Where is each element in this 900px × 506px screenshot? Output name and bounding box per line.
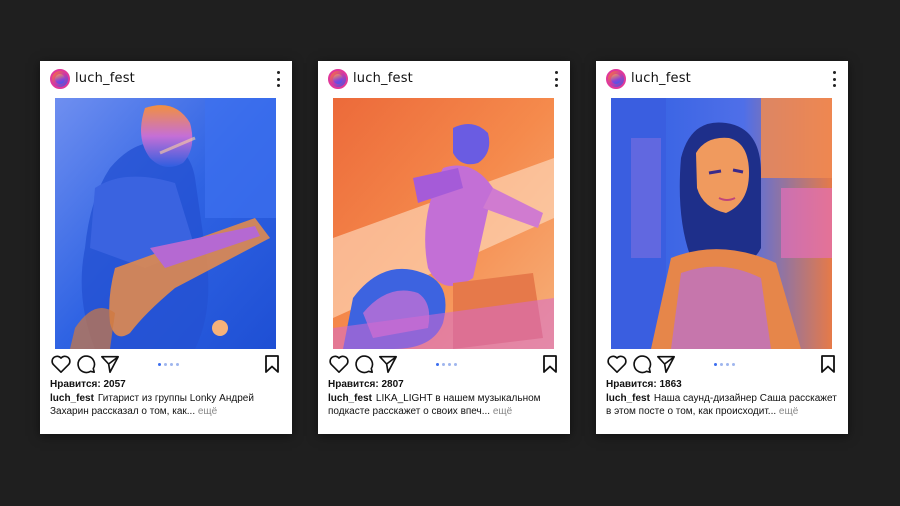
- comment-icon[interactable]: [354, 354, 374, 374]
- profile-avatar[interactable]: [606, 69, 626, 89]
- post-header: luch_fest: [40, 61, 292, 97]
- profile-avatar[interactable]: [328, 69, 348, 89]
- likes-count[interactable]: Нравится: 2057: [50, 379, 126, 390]
- profile-avatar[interactable]: [50, 69, 70, 89]
- post-caption: luch_fest Гитарист из группы Lonky Андрей…: [50, 392, 286, 418]
- post-username[interactable]: luch_fest: [353, 71, 413, 86]
- post-caption: luch_fest Наша саунд-дизайнер Саша расска…: [606, 392, 842, 418]
- likes-count[interactable]: Нравится: 2807: [328, 379, 404, 390]
- share-icon[interactable]: [378, 354, 398, 374]
- post-caption: luch_fest LIKA_LIGHT в нашем музыкальном …: [328, 392, 564, 418]
- comment-icon[interactable]: [632, 354, 652, 374]
- heart-icon[interactable]: [606, 354, 628, 374]
- caption-more-link[interactable]: ещё: [198, 406, 217, 417]
- instagram-post-card: luch_fest: [40, 61, 292, 434]
- bookmark-icon[interactable]: [820, 354, 836, 374]
- sound-designer-photo[interactable]: [611, 98, 832, 349]
- post-username[interactable]: luch_fest: [75, 71, 135, 86]
- more-options-icon[interactable]: [554, 71, 558, 87]
- caption-username[interactable]: luch_fest: [606, 393, 650, 404]
- heart-icon[interactable]: [328, 354, 350, 374]
- likes-count[interactable]: Нравится: 1863: [606, 379, 682, 390]
- share-icon[interactable]: [656, 354, 676, 374]
- instagram-post-card: luch_fest: [596, 61, 848, 434]
- post-actions: [318, 353, 570, 375]
- post-actions: [596, 353, 848, 375]
- instagram-post-card: luch_fest: [318, 61, 570, 434]
- caption-more-link[interactable]: ещё: [779, 406, 798, 417]
- singer-photo[interactable]: [333, 98, 554, 349]
- carousel-indicator: [714, 363, 735, 366]
- post-header: luch_fest: [596, 61, 848, 97]
- bookmark-icon[interactable]: [264, 354, 280, 374]
- caption-username[interactable]: luch_fest: [328, 393, 372, 404]
- heart-icon[interactable]: [50, 354, 72, 374]
- caption-more-link[interactable]: ещё: [493, 406, 512, 417]
- bookmark-icon[interactable]: [542, 354, 558, 374]
- more-options-icon[interactable]: [276, 71, 280, 87]
- caption-username[interactable]: luch_fest: [50, 393, 94, 404]
- carousel-indicator: [158, 363, 179, 366]
- more-options-icon[interactable]: [832, 71, 836, 87]
- post-actions: [40, 353, 292, 375]
- share-icon[interactable]: [100, 354, 120, 374]
- guitarist-photo[interactable]: [55, 98, 276, 349]
- post-header: luch_fest: [318, 61, 570, 97]
- post-username[interactable]: luch_fest: [631, 71, 691, 86]
- carousel-indicator: [436, 363, 457, 366]
- comment-icon[interactable]: [76, 354, 96, 374]
